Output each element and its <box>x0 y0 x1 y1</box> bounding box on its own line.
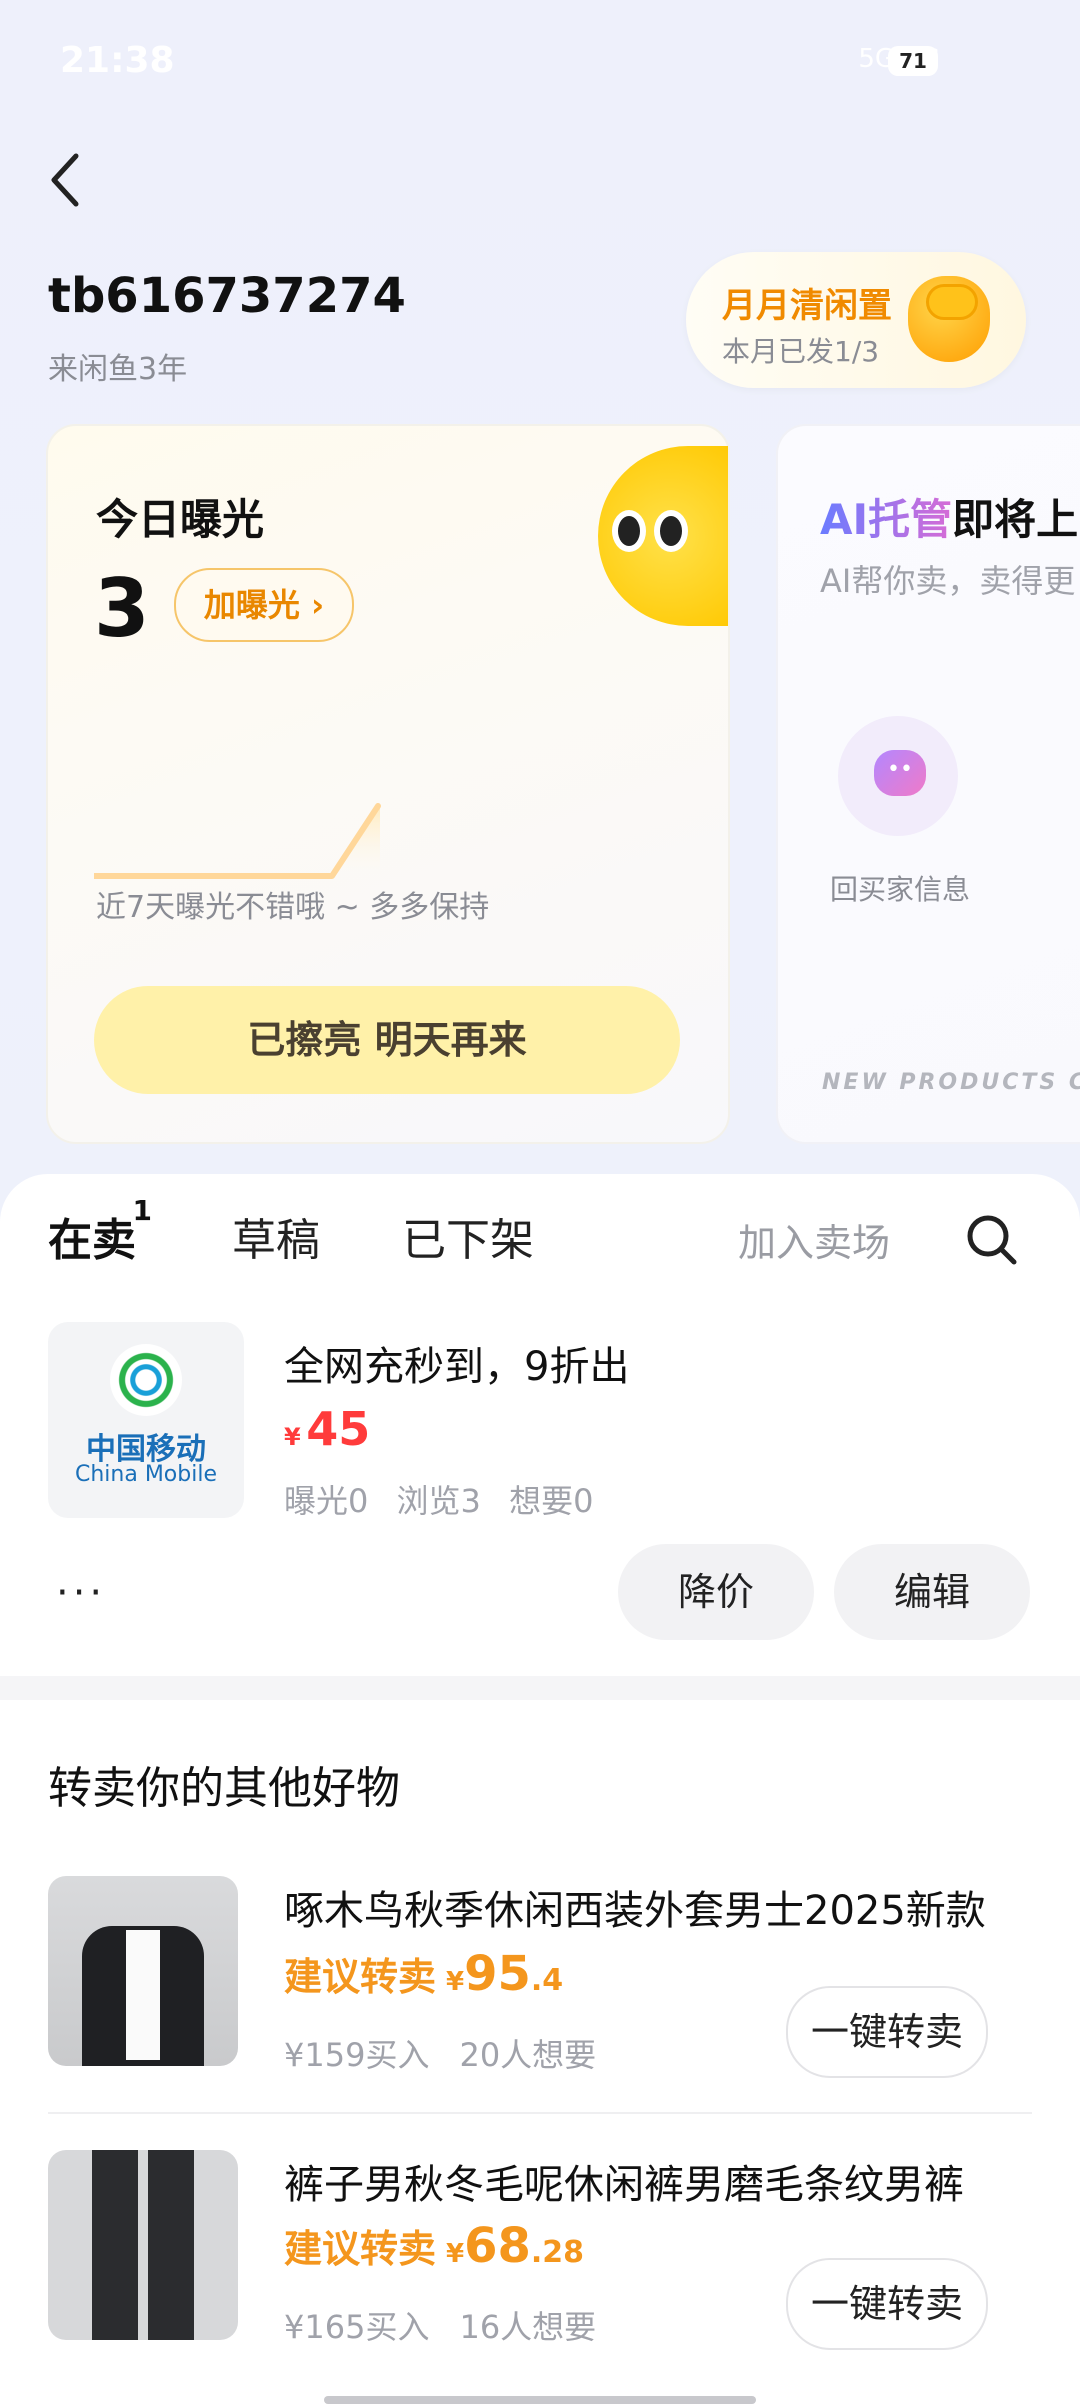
exposure-count: 3 <box>94 562 150 655</box>
join-market-link[interactable]: 加入卖场 <box>738 1212 890 1267</box>
exposure-hint: 近7天曝光不错哦 ~ 多多保持 <box>96 890 490 925</box>
price-integer: 95 <box>464 1946 531 2002</box>
reply-buyer-label: 回买家信息 <box>830 873 971 906</box>
suggest-resell-label: 建议转卖 <box>284 2227 437 2271</box>
chat-bubble-icon <box>838 716 958 836</box>
stat-views: 浏览3 <box>396 1482 481 1520</box>
resell-item-price: 建议转卖 ¥95.4 <box>284 1946 563 2002</box>
search-icon[interactable] <box>964 1212 1018 1266</box>
username: tb616737274 <box>48 268 406 324</box>
bought-price: ¥165买入 <box>284 2308 430 2346</box>
price-currency: ¥ <box>284 1423 301 1451</box>
ai-hosting-label: AI托管 <box>820 495 953 544</box>
suggest-resell-label: 建议转卖 <box>284 1955 437 1999</box>
back-arrow-icon[interactable] <box>46 150 86 210</box>
listing-stats: 曝光0 浏览3 想要0 <box>284 1476 593 1522</box>
promo-title: 月月清闲置 <box>722 286 892 326</box>
ai-hosting-subtitle: AI帮你卖，卖得更 <box>820 562 1076 600</box>
price-drop-button[interactable]: 降价 <box>618 1544 814 1640</box>
boost-exposure-button[interactable]: 加曝光 › <box>174 568 354 642</box>
brand-en: China Mobile <box>74 1462 217 1487</box>
resell-item-thumbnail[interactable] <box>48 2150 238 2340</box>
member-since: 来闲鱼3年 <box>48 352 188 387</box>
listing-price: ¥ 45 <box>284 1402 370 1456</box>
price-value: 45 <box>306 1402 371 1456</box>
one-click-resell-button[interactable]: 一键转卖 <box>786 1986 988 2078</box>
price-currency: ¥ <box>446 1967 465 1997</box>
status-time: 21:38 <box>60 40 175 81</box>
want-count: 20人想要 <box>459 2036 597 2074</box>
listing-thumbnail[interactable]: 中国移动 China Mobile <box>48 1322 244 1518</box>
tab-drafts[interactable]: 草稿 <box>232 1204 320 1268</box>
resell-item-meta: ¥165买入 16人想要 <box>284 2302 596 2348</box>
exposure-trend-sparkline <box>94 803 381 879</box>
price-currency: ¥ <box>446 2239 465 2269</box>
bought-price: ¥159买入 <box>284 2036 430 2074</box>
stat-wants: 想要0 <box>509 1482 594 1520</box>
want-count: 16人想要 <box>459 2308 597 2346</box>
polished-button[interactable]: 已擦亮 明天再来 <box>94 986 680 1094</box>
more-options-icon[interactable]: ··· <box>56 1570 106 1616</box>
resell-item-thumbnail[interactable] <box>48 1876 238 2066</box>
listing-title[interactable]: 全网充秒到，9折出 <box>284 1334 629 1392</box>
resell-item-name[interactable]: 裤子男秋冬毛呢休闲裤男磨毛条纹男裤 <box>284 2152 964 2210</box>
resell-item-meta: ¥159买入 20人想要 <box>284 2030 596 2076</box>
ai-hosting-card[interactable]: AI托管即将上 AI帮你卖，卖得更 回买家信息 NEW PRODUCTS CO <box>776 424 1080 1144</box>
china-mobile-logo-icon <box>110 1344 182 1416</box>
coin-pot-icon <box>908 276 990 362</box>
edit-button[interactable]: 编辑 <box>834 1544 1030 1640</box>
monthly-clear-promo[interactable]: 月月清闲置 本月已发1/3 <box>686 252 1026 388</box>
tab-on-sale-label: 在卖 <box>48 1215 136 1266</box>
exposure-title: 今日曝光 <box>96 495 265 544</box>
price-decimal: .28 <box>530 2235 585 2270</box>
price-decimal: .4 <box>530 1963 564 1998</box>
item-separator <box>48 2112 1032 2114</box>
mascot-chick-icon <box>598 446 728 626</box>
battery-icon: 71 <box>888 46 938 76</box>
exposure-card: 今日曝光 3 加曝光 › 近7天曝光不错哦 ~ 多多保持 已擦亮 明天再来 <box>46 424 730 1144</box>
stat-exposure: 曝光0 <box>284 1482 369 1520</box>
resell-section-title: 转卖你的其他好物 <box>48 1763 400 1814</box>
resell-item-price: 建议转卖 ¥68.28 <box>284 2218 584 2274</box>
promo-subtitle: 本月已发1/3 <box>722 335 880 368</box>
section-divider <box>0 1676 1080 1700</box>
ai-hosting-title: AI托管即将上 <box>820 486 1078 547</box>
home-indicator[interactable] <box>324 2396 756 2404</box>
one-click-resell-button[interactable]: 一键转卖 <box>786 2258 988 2350</box>
tab-delisted[interactable]: 已下架 <box>402 1204 534 1268</box>
tab-on-sale[interactable]: 在卖 1 <box>48 1194 152 1268</box>
ai-hosting-status: 即将上 <box>952 495 1079 544</box>
resell-item-name[interactable]: 啄木鸟秋季休闲西装外套男士2025新款 <box>284 1878 986 1936</box>
price-integer: 68 <box>464 2218 531 2274</box>
new-products-footer: NEW PRODUCTS CO <box>822 1070 1080 1095</box>
